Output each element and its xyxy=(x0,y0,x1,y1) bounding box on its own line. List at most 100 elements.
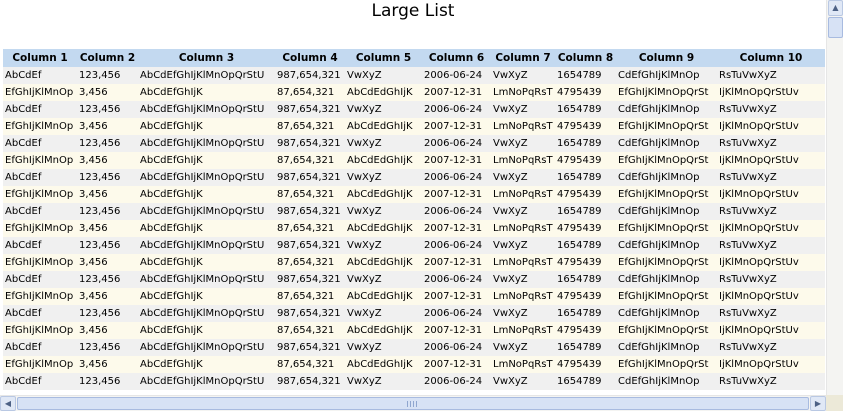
scrollbar-corner xyxy=(826,395,843,411)
vertical-scroll-thumb[interactable] xyxy=(828,17,843,38)
table-cell: AbCdEdGhIjK xyxy=(345,254,422,271)
table-cell: EfGhIjKlMnOp xyxy=(3,220,77,237)
table-cell: AbCdEfGhIjKlMnOpQrStU xyxy=(138,101,275,118)
horizontal-scrollbar[interactable]: ◀ ▶ xyxy=(0,395,826,411)
table-cell: AbCdEfGhIjKlMnOpQrStU xyxy=(138,169,275,186)
column-header[interactable]: Column 6 xyxy=(422,49,491,67)
table-cell: AbCdEf xyxy=(3,101,77,118)
table-cell: 3,456 xyxy=(77,254,138,271)
table-header-row: Column 1 Column 2 Column 3 Column 4 Colu… xyxy=(3,49,825,67)
table-cell: VwXyZ xyxy=(345,271,422,288)
table-cell: IjKlMnOpQrStUv xyxy=(717,322,825,339)
table-cell: AbCdEfGhIjKlMnOpQrStU xyxy=(138,339,275,356)
horizontal-scroll-thumb[interactable] xyxy=(17,397,809,410)
table-cell: 987,654,321 xyxy=(275,203,345,220)
table-cell: RsTuVwXyZ xyxy=(717,169,825,186)
table-row[interactable]: AbCdEf 123,456 AbCdEfGhIjKlMnOpQrStU 987,65… xyxy=(3,339,825,356)
table-cell: VwXyZ xyxy=(345,373,422,390)
column-header[interactable]: Column 1 xyxy=(3,49,77,67)
table-cell: AbCdEfGhIjKlMnOpQrStU xyxy=(138,373,275,390)
table-cell: AbCdEfGhIjK xyxy=(138,186,275,203)
column-header[interactable]: Column 3 xyxy=(138,49,275,67)
table-row[interactable]: EfGhIjKlMnOp 3,456 AbCdEfGhIjK 87,654,321 Ab… xyxy=(3,118,825,135)
table-row[interactable]: AbCdEf 123,456 AbCdEfGhIjKlMnOpQrStU 987,65… xyxy=(3,271,825,288)
table-cell: 123,456 xyxy=(77,373,138,390)
table-row[interactable]: AbCdEf 123,456 AbCdEfGhIjKlMnOpQrStU 987,65… xyxy=(3,373,825,390)
scroll-left-button[interactable]: ◀ xyxy=(0,396,16,411)
scroll-right-button[interactable]: ▶ xyxy=(810,396,826,411)
table-cell: LmNoPqRsT xyxy=(491,288,555,305)
table-cell: 2006-06-24 xyxy=(422,271,491,288)
table-cell: VwXyZ xyxy=(491,135,555,152)
table-cell: AbCdEf xyxy=(3,237,77,254)
table-cell: CdEfGhIjKlMnOp xyxy=(616,373,717,390)
table-cell: EfGhIjKlMnOp xyxy=(3,254,77,271)
table-cell: AbCdEfGhIjK xyxy=(138,288,275,305)
table-cell: EfGhIjKlMnOp xyxy=(3,288,77,305)
scroll-up-button[interactable]: ▲ xyxy=(828,0,843,16)
column-header[interactable]: Column 2 xyxy=(77,49,138,67)
table-cell: RsTuVwXyZ xyxy=(717,237,825,254)
table-cell: 123,456 xyxy=(77,67,138,84)
table-cell: RsTuVwXyZ xyxy=(717,67,825,84)
table-row[interactable]: EfGhIjKlMnOp 3,456 AbCdEfGhIjK 87,654,321 Ab… xyxy=(3,288,825,305)
table-row[interactable]: AbCdEf 123,456 AbCdEfGhIjKlMnOpQrStU 987,65… xyxy=(3,169,825,186)
table-cell: VwXyZ xyxy=(491,271,555,288)
table-cell: 4795439 xyxy=(555,84,616,101)
table-cell: CdEfGhIjKlMnOp xyxy=(616,237,717,254)
column-header[interactable]: Column 5 xyxy=(345,49,422,67)
table-cell: EfGhIjKlMnOpQrSt xyxy=(616,118,717,135)
table-cell: 87,654,321 xyxy=(275,288,345,305)
table-row[interactable]: AbCdEf 123,456 AbCdEfGhIjKlMnOpQrStU 987,65… xyxy=(3,237,825,254)
table-cell: EfGhIjKlMnOp xyxy=(3,322,77,339)
table-cell: 1654789 xyxy=(555,135,616,152)
table-row[interactable]: AbCdEf 123,456 AbCdEfGhIjKlMnOpQrStU 987,65… xyxy=(3,305,825,322)
table-cell: 987,654,321 xyxy=(275,237,345,254)
table-row[interactable]: AbCdEf 123,456 AbCdEfGhIjKlMnOpQrStU 987,65… xyxy=(3,67,825,84)
table-row[interactable]: EfGhIjKlMnOp 3,456 AbCdEfGhIjK 87,654,321 Ab… xyxy=(3,322,825,339)
table-cell: CdEfGhIjKlMnOp xyxy=(616,271,717,288)
table-cell: AbCdEdGhIjK xyxy=(345,118,422,135)
table-row[interactable]: EfGhIjKlMnOp 3,456 AbCdEfGhIjK 87,654,321 Ab… xyxy=(3,152,825,169)
table-cell: 3,456 xyxy=(77,118,138,135)
table-cell: 1654789 xyxy=(555,339,616,356)
table-cell: IjKlMnOpQrStUv xyxy=(717,118,825,135)
table-row[interactable]: EfGhIjKlMnOp 3,456 AbCdEfGhIjK 87,654,321 Ab… xyxy=(3,84,825,101)
table-cell: LmNoPqRsT xyxy=(491,152,555,169)
table-row[interactable]: EfGhIjKlMnOp 3,456 AbCdEfGhIjK 87,654,321 Ab… xyxy=(3,254,825,271)
vertical-scrollbar[interactable]: ▲ xyxy=(826,0,843,395)
column-header[interactable]: Column 4 xyxy=(275,49,345,67)
table-cell: 4795439 xyxy=(555,118,616,135)
table-cell: 2007-12-31 xyxy=(422,322,491,339)
table-row[interactable]: AbCdEf 123,456 AbCdEfGhIjKlMnOpQrStU 987,65… xyxy=(3,101,825,118)
table-cell: 987,654,321 xyxy=(275,67,345,84)
column-header[interactable]: Column 9 xyxy=(616,49,717,67)
table-cell: 987,654,321 xyxy=(275,271,345,288)
table-cell: 123,456 xyxy=(77,169,138,186)
column-header[interactable]: Column 7 xyxy=(491,49,555,67)
table-cell: AbCdEf xyxy=(3,271,77,288)
column-header[interactable]: Column 10 xyxy=(717,49,825,67)
table-cell: EfGhIjKlMnOp xyxy=(3,186,77,203)
table-cell: 2006-06-24 xyxy=(422,101,491,118)
table-cell: AbCdEfGhIjKlMnOpQrStU xyxy=(138,203,275,220)
table-cell: VwXyZ xyxy=(491,101,555,118)
table-row[interactable]: EfGhIjKlMnOp 3,456 AbCdEfGhIjK 87,654,321 Ab… xyxy=(3,356,825,373)
table-cell: 2006-06-24 xyxy=(422,339,491,356)
table-cell: CdEfGhIjKlMnOp xyxy=(616,339,717,356)
table-cell: RsTuVwXyZ xyxy=(717,271,825,288)
table-cell: EfGhIjKlMnOpQrSt xyxy=(616,356,717,373)
table-cell: AbCdEf xyxy=(3,339,77,356)
table-cell: 2007-12-31 xyxy=(422,288,491,305)
table-row[interactable]: AbCdEf 123,456 AbCdEfGhIjKlMnOpQrStU 987,65… xyxy=(3,135,825,152)
table-cell: 2007-12-31 xyxy=(422,186,491,203)
column-header[interactable]: Column 8 xyxy=(555,49,616,67)
table-cell: 4795439 xyxy=(555,186,616,203)
table-cell: 2006-06-24 xyxy=(422,237,491,254)
table-cell: 87,654,321 xyxy=(275,220,345,237)
table-cell: IjKlMnOpQrStUv xyxy=(717,220,825,237)
table-row[interactable]: EfGhIjKlMnOp 3,456 AbCdEfGhIjK 87,654,321 Ab… xyxy=(3,186,825,203)
table-row[interactable]: AbCdEf 123,456 AbCdEfGhIjKlMnOpQrStU 987,65… xyxy=(3,203,825,220)
table-cell: 3,456 xyxy=(77,322,138,339)
table-row[interactable]: EfGhIjKlMnOp 3,456 AbCdEfGhIjK 87,654,321 Ab… xyxy=(3,220,825,237)
